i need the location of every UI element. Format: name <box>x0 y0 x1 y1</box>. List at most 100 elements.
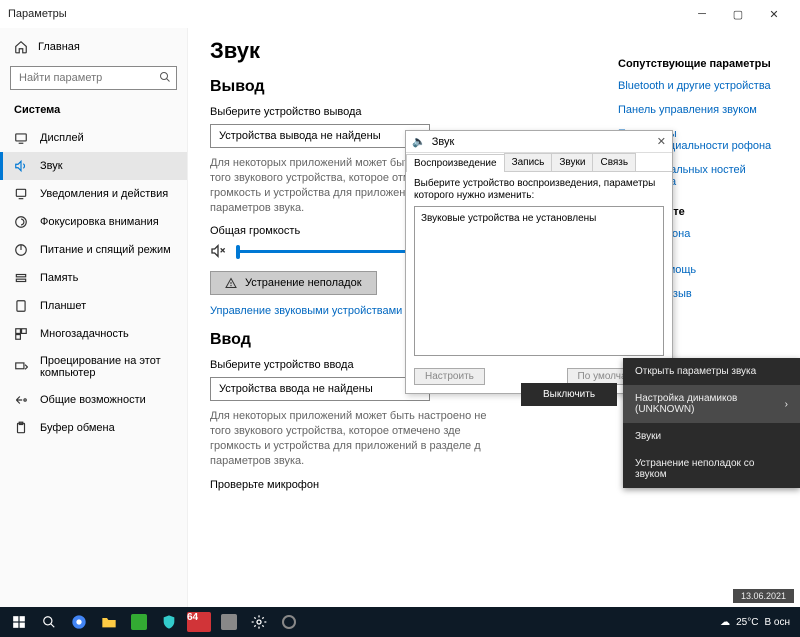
minimize-button[interactable]: ─ <box>684 0 720 28</box>
sidebar-item-label: Уведомления и действия <box>40 188 168 200</box>
rail-heading: Сопутствующие параметры <box>618 58 790 70</box>
window-title: Параметры <box>8 8 67 20</box>
sidebar-item-projecting[interactable]: Проецирование на этот компьютер <box>0 348 187 386</box>
home-icon <box>14 40 28 54</box>
start-button[interactable] <box>4 607 34 637</box>
search-icon <box>159 71 171 83</box>
volume-flyout[interactable]: Выключить <box>521 383 617 406</box>
sidebar-item-label: Многозадачность <box>40 328 129 340</box>
taskbar-badge[interactable]: 64 <box>184 607 214 637</box>
dialog-title: Звук <box>432 136 455 148</box>
sidebar-item-focus[interactable]: Фокусировка внимания <box>0 208 187 236</box>
sidebar-item-multitask[interactable]: Многозадачность <box>0 320 187 348</box>
sidebar-item-label: Память <box>40 272 78 284</box>
ctx-troubleshoot[interactable]: Устранение неполадок со звуком <box>623 450 800 488</box>
dialog-close-button[interactable]: ✕ <box>657 135 666 148</box>
sidebar-item-label: Планшет <box>40 300 86 312</box>
configure-button[interactable]: Настроить <box>414 368 485 385</box>
volume-slider[interactable] <box>236 250 416 253</box>
project-icon <box>14 360 28 374</box>
sidebar-item-storage[interactable]: Память <box>0 264 187 292</box>
sidebar-item-label: Общие возможности <box>40 394 146 406</box>
sidebar-item-label: Звук <box>40 160 63 172</box>
output-device-combo[interactable]: Устройства вывода не найдены ⌄ <box>210 124 430 148</box>
tab-recording[interactable]: Запись <box>504 153 553 171</box>
mic-test-label: Проверьте микрофон <box>210 479 588 491</box>
rail-link[interactable]: Bluetooth и другие устройства <box>618 80 790 92</box>
taskbar-tray: ☁ 25°C В осн <box>720 617 796 628</box>
volume-flyout-label: Выключить <box>543 389 595 400</box>
sidebar-group: Система <box>0 100 187 124</box>
ctx-speaker-setup[interactable]: Настройка динамиков (UNKNOWN)› <box>623 385 800 423</box>
dialog-titlebar[interactable]: 🔈 Звук ✕ <box>406 131 672 153</box>
speaker-muted-icon[interactable] <box>210 243 226 259</box>
sidebar-item-shared[interactable]: Общие возможности <box>0 386 187 414</box>
input-description: Для некоторых приложений может быть наст… <box>210 409 490 468</box>
sidebar-item-tablet[interactable]: Планшет <box>0 292 187 320</box>
maximize-button[interactable]: ▢ <box>720 0 756 28</box>
clipboard-icon <box>14 421 28 435</box>
device-list[interactable]: Звуковые устройства не установлены <box>414 206 664 356</box>
date-tooltip: 13.06.2021 <box>733 589 794 603</box>
dialog-tabs: Воспроизведение Запись Звуки Связь <box>406 153 672 172</box>
output-label: Выберите устройство вывода <box>210 106 588 118</box>
page-title: Звук <box>210 38 588 64</box>
dialog-hint: Выберите устройство воспроизведения, пар… <box>414 178 664 202</box>
tray-temp[interactable]: 25°C <box>736 617 758 628</box>
taskbar-app-grey[interactable] <box>214 607 244 637</box>
ctx-sounds[interactable]: Звуки <box>623 423 800 450</box>
display-icon <box>14 131 28 145</box>
weather-icon[interactable]: ☁ <box>720 617 730 628</box>
sound-dialog: 🔈 Звук ✕ Воспроизведение Запись Звуки Св… <box>405 130 673 394</box>
search-input[interactable] <box>10 66 177 90</box>
taskbar: 64 ☁ 25°C В осн <box>0 607 800 637</box>
taskbar-search[interactable] <box>34 607 64 637</box>
home-nav[interactable]: Главная <box>0 34 187 60</box>
tray-weather[interactable]: В осн <box>764 617 790 628</box>
taskbar-app-green[interactable] <box>124 607 154 637</box>
notifications-icon <box>14 187 28 201</box>
sidebar-item-clipboard[interactable]: Буфер обмена <box>0 414 187 442</box>
taskbar-app-shield[interactable] <box>154 607 184 637</box>
output-heading: Вывод <box>210 78 588 96</box>
storage-icon <box>14 271 28 285</box>
warning-icon <box>225 277 237 289</box>
sidebar-item-sound[interactable]: Звук <box>0 152 187 180</box>
output-combo-value: Устройства вывода не найдены <box>219 130 381 142</box>
sidebar-item-power[interactable]: Питание и спящий режим <box>0 236 187 264</box>
sidebar-item-label: Дисплей <box>40 132 84 144</box>
sound-icon <box>14 159 28 173</box>
sidebar-item-label: Проецирование на этот компьютер <box>40 355 173 379</box>
multitask-icon <box>14 327 28 341</box>
close-button[interactable]: ✕ <box>756 0 792 28</box>
tab-comm[interactable]: Связь <box>592 153 636 171</box>
device-list-empty: Звуковые устройства не установлены <box>421 213 596 224</box>
power-icon <box>14 243 28 257</box>
rail-link[interactable]: Панель управления звуком <box>618 104 790 116</box>
sound-tray-context-menu: Открыть параметры звука Настройка динами… <box>623 358 800 488</box>
sidebar-item-label: Фокусировка внимания <box>40 216 159 228</box>
ctx-open-sound-settings[interactable]: Открыть параметры звука <box>623 358 800 385</box>
taskbar-settings[interactable] <box>244 607 274 637</box>
sidebar-item-label: Буфер обмена <box>40 422 115 434</box>
sidebar-item-display[interactable]: Дисплей <box>0 124 187 152</box>
tablet-icon <box>14 299 28 313</box>
taskbar-chrome[interactable] <box>64 607 94 637</box>
input-device-combo[interactable]: Устройства ввода не найдены ⌄ <box>210 377 430 401</box>
tab-playback[interactable]: Воспроизведение <box>406 154 505 172</box>
troubleshoot-label: Устранение неполадок <box>245 277 362 289</box>
troubleshoot-button[interactable]: Устранение неполадок <box>210 271 377 295</box>
input-combo-value: Устройства ввода не найдены <box>219 383 373 395</box>
titlebar: Параметры ─ ▢ ✕ <box>0 0 800 28</box>
search-wrap <box>10 66 177 90</box>
window-controls: ─ ▢ ✕ <box>684 0 792 28</box>
focus-icon <box>14 215 28 229</box>
tab-sounds[interactable]: Звуки <box>551 153 593 171</box>
taskbar-app-circle[interactable] <box>274 607 304 637</box>
taskbar-explorer[interactable] <box>94 607 124 637</box>
speaker-icon: 🔈 <box>412 135 426 148</box>
home-label: Главная <box>38 41 80 53</box>
sidebar-item-notifications[interactable]: Уведомления и действия <box>0 180 187 208</box>
sidebar: Главная Система Дисплей Звук Уведомления… <box>0 28 188 607</box>
shared-icon <box>14 393 28 407</box>
